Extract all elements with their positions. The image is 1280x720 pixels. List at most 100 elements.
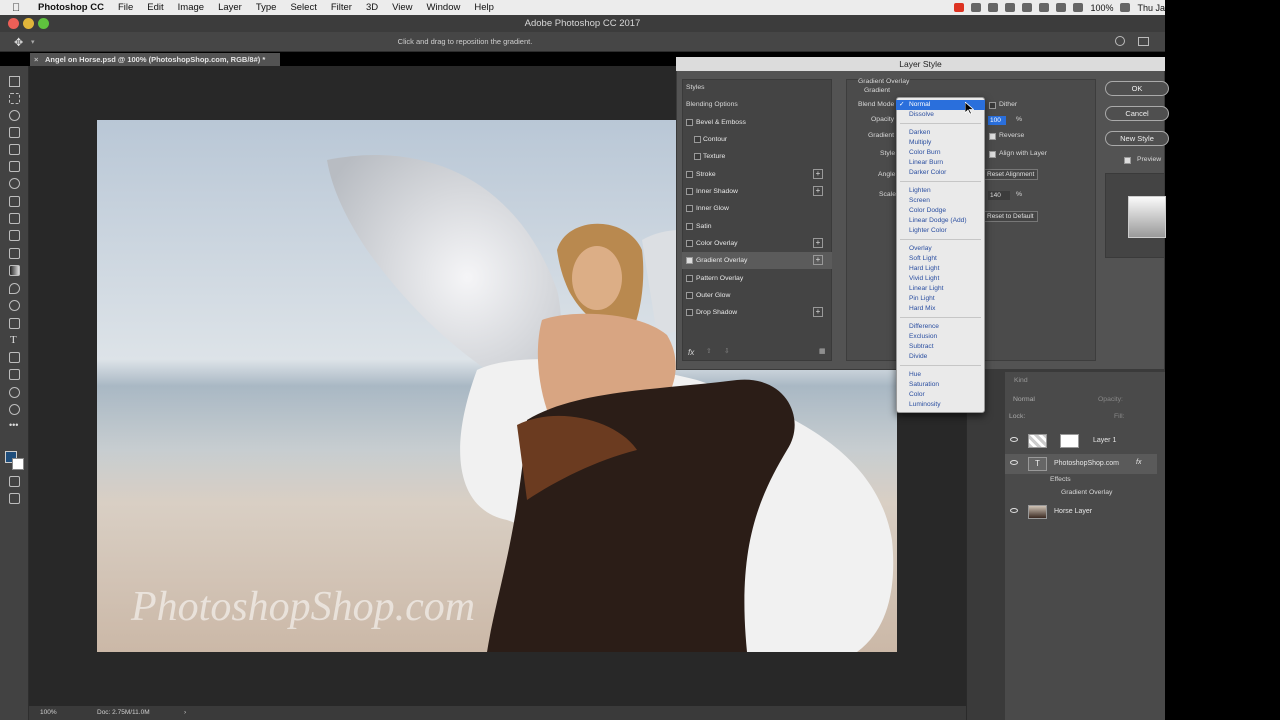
effects-label[interactable]: Effects [1050, 476, 1071, 483]
status-chevron-icon[interactable]: › [184, 706, 186, 720]
blend-option-luminosity[interactable]: Luminosity [896, 400, 985, 410]
eyedropper-tool[interactable] [9, 161, 20, 172]
checkbox[interactable] [686, 223, 693, 230]
pen-tool[interactable] [9, 318, 20, 329]
doc-size[interactable]: Doc: 2.75M/11.0M [97, 706, 150, 720]
style-item-bevel-emboss[interactable]: Bevel & Emboss [682, 114, 832, 131]
quick-select-tool[interactable] [9, 127, 20, 138]
checkbox[interactable] [694, 153, 701, 160]
layer-row-horse[interactable]: Horse Layer [1005, 502, 1157, 522]
document-tab[interactable]: × Angel on Horse.psd @ 100% (PhotoshopSh… [30, 53, 280, 66]
menu-layer[interactable]: Layer [218, 2, 242, 13]
blend-option-vivid-light[interactable]: Vivid Light [896, 274, 985, 284]
blur-tool[interactable] [9, 283, 20, 294]
fx-menu-icon[interactable]: fx [688, 348, 694, 357]
zoom-level[interactable]: 100% [40, 706, 57, 720]
sync-icon[interactable] [988, 3, 999, 12]
marquee-tool[interactable] [9, 93, 20, 104]
checkbox[interactable] [686, 188, 693, 195]
layer-row-photoshopshop[interactable]: T PhotoshopShop.com fx [1005, 454, 1157, 474]
menu-3d[interactable]: 3D [366, 2, 378, 13]
fx-icon[interactable]: fx [1136, 459, 1141, 466]
checkbox[interactable] [686, 205, 693, 212]
layer-blend-mode[interactable]: Normal [1013, 396, 1035, 403]
gradient-overlay-effect[interactable]: Gradient Overlay [1061, 489, 1112, 496]
style-item-pattern-overlay[interactable]: Pattern Overlay [682, 270, 832, 287]
layer-filter-kind[interactable]: Kind [1014, 377, 1028, 384]
blend-option-difference[interactable]: Difference [896, 322, 985, 332]
blend-option-divide[interactable]: Divide [896, 352, 985, 362]
blend-option-pin-light[interactable]: Pin Light [896, 294, 985, 304]
visibility-eye-icon[interactable] [1010, 460, 1018, 465]
style-item-stroke[interactable]: Stroke + [682, 166, 832, 183]
brush-tool[interactable] [9, 196, 20, 207]
menu-view[interactable]: View [392, 2, 412, 13]
close-tab-icon[interactable]: × [34, 53, 38, 66]
blend-option-subtract[interactable]: Subtract [896, 342, 985, 352]
blend-option-hard-mix[interactable]: Hard Mix [896, 304, 985, 314]
style-item-gradient-overlay[interactable]: Gradient Overlay + [682, 252, 832, 269]
add-effect-icon[interactable]: + [813, 238, 823, 248]
checkbox[interactable] [686, 119, 693, 126]
menu-select[interactable]: Select [290, 2, 316, 13]
zoom-window-icon[interactable] [38, 18, 49, 29]
blend-option-saturation[interactable]: Saturation [896, 380, 985, 390]
menu-window[interactable]: Window [427, 2, 461, 13]
checkbox[interactable] [686, 275, 693, 282]
blend-option-darken[interactable]: Darken [896, 128, 985, 138]
add-effect-icon[interactable]: + [813, 307, 823, 317]
move-tool[interactable] [9, 76, 20, 87]
blend-option-lighter-color[interactable]: Lighter Color [896, 226, 985, 236]
visibility-eye-icon[interactable] [1010, 437, 1018, 442]
add-effect-icon[interactable]: + [813, 186, 823, 196]
blend-option-overlay[interactable]: Overlay [896, 244, 985, 254]
dodge-tool[interactable] [9, 300, 20, 311]
style-item-satin[interactable]: Satin [682, 218, 832, 235]
lasso-tool[interactable] [9, 110, 20, 121]
clock[interactable]: Thu Ja [1137, 3, 1165, 13]
shape-tool[interactable] [9, 369, 20, 380]
path-select-tool[interactable] [9, 352, 20, 363]
bluetooth-icon[interactable] [1056, 3, 1067, 12]
reverse-checkbox[interactable] [989, 133, 996, 140]
history-brush-tool[interactable] [9, 230, 20, 241]
blending-options[interactable]: Blending Options [686, 101, 738, 108]
align-with-layer-checkbox[interactable] [989, 151, 996, 158]
checkbox[interactable] [686, 240, 693, 247]
style-item-inner-shadow[interactable]: Inner Shadow + [682, 183, 832, 200]
checkbox[interactable] [686, 309, 693, 316]
blend-option-color[interactable]: Color [896, 390, 985, 400]
checkbox[interactable] [686, 171, 693, 178]
new-style-button[interactable]: New Style [1105, 131, 1169, 146]
blend-option-color-burn[interactable]: Color Burn [896, 148, 985, 158]
reset-alignment-button[interactable]: Reset Alignment [983, 169, 1039, 180]
quick-mask-icon[interactable] [9, 476, 20, 487]
add-effect-icon[interactable]: + [813, 169, 823, 179]
style-item-drop-shadow[interactable]: Drop Shadow + [682, 304, 832, 321]
blend-option-screen[interactable]: Screen [896, 196, 985, 206]
close-window-icon[interactable] [8, 18, 19, 29]
crop-tool[interactable] [9, 144, 20, 155]
menu-filter[interactable]: Filter [331, 2, 352, 13]
menu-app-name[interactable]: Photoshop CC [38, 2, 104, 13]
cancel-button[interactable]: Cancel [1105, 106, 1169, 121]
scale-input[interactable]: 140 [988, 191, 1010, 200]
zoom-tool[interactable] [9, 404, 20, 415]
display-icon[interactable] [1022, 3, 1033, 12]
gradient-tool[interactable] [9, 265, 20, 276]
blend-option-exclusion[interactable]: Exclusion [896, 332, 985, 342]
menu-edit[interactable]: Edit [147, 2, 163, 13]
more-tools-icon[interactable]: ••• [9, 420, 18, 430]
move-up-icon[interactable]: ⇧ [706, 347, 712, 355]
blend-option-linear-burn[interactable]: Linear Burn [896, 158, 985, 168]
blend-option-linear-dodge[interactable]: Linear Dodge (Add) [896, 216, 985, 226]
layer-row-layer-1[interactable]: Layer 1 [1005, 431, 1157, 451]
checkbox[interactable] [686, 292, 693, 299]
move-down-icon[interactable]: ⇩ [724, 347, 730, 355]
visibility-eye-icon[interactable] [1010, 508, 1018, 513]
shield-icon[interactable] [1005, 3, 1016, 12]
checkbox[interactable] [694, 136, 701, 143]
volume-icon[interactable] [1039, 3, 1050, 12]
screen-mode-icon[interactable] [9, 493, 20, 504]
wifi-icon[interactable] [1073, 3, 1084, 12]
